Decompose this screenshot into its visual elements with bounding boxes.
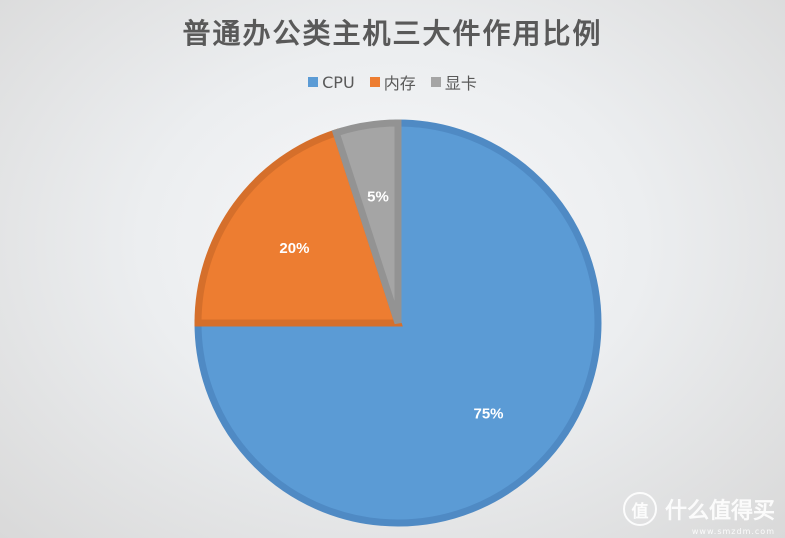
pie-chart: 75% 20% 5% (194, 119, 602, 527)
data-label-memory: 20% (279, 240, 309, 257)
watermark-text: 什么值得买 (664, 499, 775, 524)
watermark: 值 什么值得买 www.smzdm.com (622, 492, 775, 536)
data-label-cpu: 75% (473, 406, 503, 423)
watermark-subtext: www.smzdm.com (691, 527, 775, 536)
watermark-logo-icon: 值 (622, 492, 657, 526)
data-label-gpu: 5% (367, 189, 389, 206)
